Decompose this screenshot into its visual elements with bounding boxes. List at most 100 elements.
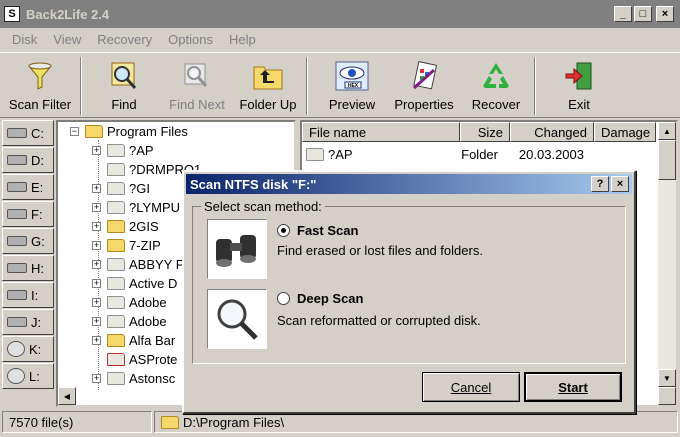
drive-button-g[interactable]: G: [2, 228, 54, 254]
eye-icon: HEX [335, 59, 369, 93]
tree-item[interactable]: + Astonsc [92, 369, 175, 388]
dialog-help-button[interactable]: ? [591, 176, 609, 192]
magnifier-icon [207, 289, 267, 349]
folder-icon [306, 147, 324, 161]
properties-icon [407, 59, 441, 93]
folder-icon [107, 182, 125, 195]
exit-button[interactable]: Exit [556, 55, 602, 117]
file-row[interactable]: ?AP Folder 20.03.2003 [306, 144, 584, 164]
expand-icon[interactable]: + [92, 317, 101, 326]
folder-icon [107, 353, 125, 366]
window-title: Back2Life 2.4 [26, 6, 110, 22]
scroll-left-button[interactable]: ◀ [58, 387, 76, 405]
find-next-icon [180, 59, 214, 93]
preview-button[interactable]: HEX Preview [324, 55, 380, 117]
folder-up-button[interactable]: Folder Up [236, 55, 300, 117]
deep-scan-radio[interactable]: Deep Scan [277, 291, 363, 306]
exit-door-icon [562, 59, 596, 93]
cancel-button[interactable]: Cancel [422, 372, 520, 402]
expand-icon[interactable]: + [92, 203, 101, 212]
tree-item[interactable]: ASProte [107, 350, 177, 369]
drive-button-f[interactable]: F: [2, 201, 54, 227]
expand-icon[interactable]: + [92, 336, 101, 345]
tree-item[interactable]: + Adobe [92, 293, 167, 312]
menu-bar: Disk View Recovery Options Help [0, 28, 680, 50]
properties-button[interactable]: Properties [392, 55, 456, 117]
drive-button-h[interactable]: H: [2, 255, 54, 281]
expand-icon[interactable]: + [92, 241, 101, 250]
expand-icon[interactable]: + [92, 260, 101, 269]
file-list-vertical-scrollbar[interactable]: ▲ ▼ [658, 122, 676, 405]
expand-icon[interactable]: + [92, 184, 101, 193]
tree-item[interactable]: + Adobe [92, 312, 167, 331]
scroll-down-button[interactable]: ▼ [658, 369, 676, 387]
dialog-title-bar: Scan NTFS disk "F:" ? × [186, 174, 632, 194]
menu-options[interactable]: Options [160, 32, 221, 47]
drive-button-k[interactable]: K: [2, 336, 54, 362]
menu-help[interactable]: Help [221, 32, 264, 47]
folder-icon [161, 415, 179, 429]
folder-icon [107, 239, 125, 252]
toolbar-separator [306, 57, 308, 115]
close-button[interactable]: × [656, 6, 674, 22]
tree-item[interactable]: + ?LYMPU [92, 198, 180, 217]
cd-drive-icon [7, 368, 25, 384]
scroll-up-button[interactable]: ▲ [658, 122, 676, 140]
drive-button-e[interactable]: E: [2, 174, 54, 200]
tree-item[interactable]: + ABBYY F [92, 255, 184, 274]
hard-drive-icon [7, 128, 27, 138]
cd-drive-icon [7, 341, 25, 357]
column-changed[interactable]: Changed [510, 122, 594, 142]
drive-button-l[interactable]: L: [2, 363, 54, 389]
radio-indicator-selected [277, 224, 290, 237]
dialog-close-button[interactable]: × [611, 176, 629, 192]
menu-disk[interactable]: Disk [4, 32, 45, 47]
menu-view[interactable]: View [45, 32, 89, 47]
tree-item[interactable]: + ?GI [92, 179, 150, 198]
fast-scan-description: Find erased or lost files and folders. [277, 243, 483, 258]
magnifier-icon [107, 59, 141, 93]
file-count: 7570 file(s) [2, 411, 152, 433]
scan-method-group: Select scan method: Fast Scan Find erase… [192, 199, 626, 364]
recycle-icon [479, 59, 513, 93]
funnel-icon [23, 59, 57, 93]
drive-button-d[interactable]: D: [2, 147, 54, 173]
expand-icon[interactable]: + [92, 374, 101, 383]
folder-icon [107, 277, 125, 290]
find-button[interactable]: Find [96, 55, 152, 117]
maximize-button[interactable]: □ [634, 6, 652, 22]
folder-icon [107, 201, 125, 214]
menu-recovery[interactable]: Recovery [89, 32, 160, 47]
folder-icon [107, 315, 125, 328]
tree-item[interactable]: + Active D [92, 274, 177, 293]
start-button[interactable]: Start [524, 372, 622, 402]
drive-button-i[interactable]: I: [2, 282, 54, 308]
drive-button-j[interactable]: J: [2, 309, 54, 335]
hard-drive-icon [7, 236, 27, 246]
column-damage[interactable]: Damage [594, 122, 656, 142]
expand-icon[interactable]: + [92, 298, 101, 307]
fast-scan-radio[interactable]: Fast Scan [277, 223, 358, 238]
tree-item[interactable]: +2GIS [92, 217, 159, 236]
expand-icon[interactable]: + [92, 279, 101, 288]
radio-indicator [277, 292, 290, 305]
tree-item[interactable]: +7-ZIP [92, 236, 161, 255]
column-size[interactable]: Size [460, 122, 510, 142]
scroll-thumb[interactable] [658, 140, 676, 180]
toolbar-separator [80, 57, 82, 115]
hard-drive-icon [7, 317, 27, 327]
hard-drive-icon [7, 209, 27, 219]
column-file-name[interactable]: File name [302, 122, 460, 142]
scan-filter-button[interactable]: Scan Filter [4, 55, 76, 117]
recover-button[interactable]: Recover [466, 55, 526, 117]
expand-icon[interactable]: + [92, 146, 101, 155]
collapse-icon[interactable]: − [70, 127, 79, 136]
app-icon: S [4, 6, 20, 22]
find-next-button[interactable]: Find Next [162, 55, 232, 117]
tree-item[interactable]: + Alfa Bar [92, 331, 175, 350]
tree-item-root[interactable]: − Program Files [70, 122, 188, 141]
expand-icon[interactable]: + [92, 222, 101, 231]
tree-item[interactable]: + ?AP [92, 141, 154, 160]
drive-button-c[interactable]: C: [2, 120, 54, 146]
minimize-button[interactable]: _ [614, 6, 632, 22]
